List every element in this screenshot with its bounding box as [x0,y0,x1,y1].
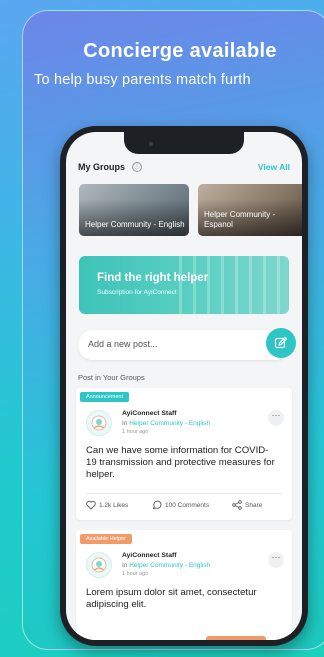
group-card-label: Helper Community - English [85,220,185,229]
my-groups-title: My Groups [78,162,126,172]
post-time: 1 hour ago [122,571,149,577]
group-card-espanol[interactable]: Helper Community - Espanol [198,184,302,236]
more-options-button[interactable]: ··· [268,410,284,426]
comments-count: 100 Comments [165,501,210,509]
info-icon[interactable]: ⓘ [132,162,142,172]
post-author[interactable]: AyiConnect Staff [122,410,177,417]
share-icon [232,500,242,510]
post-group-line: In Helper Community - English [122,562,210,569]
in-prefix: In [122,420,128,427]
share-label: Share [245,501,263,509]
phone-frame: My Groups ⓘ View All Helper Community - … [60,126,308,646]
new-post-placeholder: Add a new post... [88,339,158,349]
heart-icon [86,500,96,510]
like-button[interactable]: 1.2k Likes [86,500,128,510]
comment-icon [152,500,162,510]
group-card-english[interactable]: Helper Community - English [79,184,189,236]
my-groups-header: My Groups ⓘ View All [78,162,290,176]
banner-headline: Concierge available [83,40,277,62]
staff-avatar-icon [91,415,107,431]
promo-banner: Concierge available To help busy parents… [0,0,324,657]
post-tag: Available Helper [80,534,132,544]
new-post-input[interactable]: Add a new post... [78,328,296,360]
in-prefix: In [122,562,128,569]
post-group-link[interactable]: Helper Community - English [129,420,210,427]
bottom-tab-indicator [206,636,266,640]
find-helper-subtitle: Subscription for AyiConnect [97,289,177,296]
comment-button[interactable]: 100 Comments [152,500,209,510]
banner-subline: To help busy parents match furth [34,72,251,88]
post-card[interactable]: Announcement AyiConnect Staff In Helper … [76,388,292,520]
post-time: 1 hour ago [122,429,149,435]
find-helper-title: Find the right helper [97,272,209,284]
view-all-link[interactable]: View All [258,162,290,172]
phone-screen: My Groups ⓘ View All Helper Community - … [66,132,302,640]
banner-pattern [179,256,289,314]
group-card-label: Helper Community - Espanol [204,210,276,229]
post-tag: Announcement [80,392,129,402]
section-title: Post in Your Groups [78,373,145,382]
edit-icon [274,336,288,349]
compose-button[interactable] [266,328,296,358]
find-helper-banner[interactable]: Find the right helper Subscription for A… [79,256,289,314]
camera-icon [149,142,153,146]
avatar [86,410,112,436]
likes-count: 1.2k Likes [99,501,129,509]
post-group-line: In Helper Community - English [122,420,210,427]
post-actions: 1.2k Likes 100 Comments Share [86,500,282,514]
post-text: Lorem ipsum dolor sit amet, consectetur … [86,587,257,610]
more-options-button[interactable]: ··· [268,552,284,568]
post-group-link[interactable]: Helper Community - English [129,562,210,569]
staff-avatar-icon [91,557,107,573]
phone-notch [124,132,244,154]
post-card[interactable]: Available Helper AyiConnect Staff In Hel… [76,530,292,640]
post-text: Can we have some information for COVID-1… [86,445,275,480]
post-author[interactable]: AyiConnect Staff [122,552,177,559]
divider [86,493,282,494]
avatar [86,552,112,578]
share-button[interactable]: Share [232,500,262,510]
